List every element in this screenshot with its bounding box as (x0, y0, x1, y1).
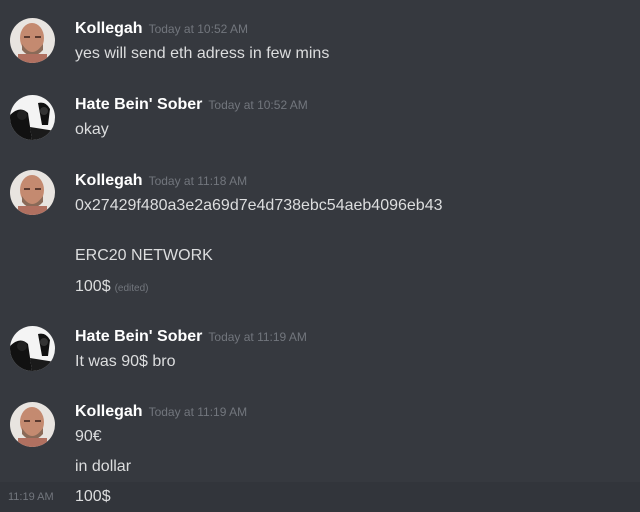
bw-figure-avatar-icon (10, 95, 55, 140)
author-name[interactable]: Hate Bein' Sober (75, 328, 202, 345)
bw-figure-avatar-icon (10, 326, 55, 371)
hover-timestamp: 11:19 AM (8, 491, 54, 503)
message-text: ERC20 NETWORK (75, 247, 213, 264)
hate-bein-sober-avatar[interactable] (10, 95, 55, 140)
kollegah-avatar[interactable] (10, 18, 55, 63)
message-text: yes will send eth adress in few mins (75, 45, 330, 62)
bald-man-avatar-icon (10, 18, 55, 63)
kollegah-avatar[interactable] (10, 402, 55, 447)
message-text: 100$ (edited) (75, 276, 149, 300)
message-timestamp: Today at 11:18 AM (148, 174, 248, 188)
author-name[interactable]: Kollegah (75, 172, 143, 189)
chat-messages: Kollegah Today at 10:52 AM yes will send … (0, 0, 640, 512)
message-text-value: 100$ (75, 278, 111, 295)
message-text: 0x27429f480a3e2a69d7e4d738ebc54aeb4096eb… (75, 197, 443, 214)
edited-label: (edited) (114, 283, 149, 294)
message-timestamp: Today at 11:19 AM (208, 330, 307, 344)
message-text: It was 90$ bro (75, 353, 176, 370)
author-name[interactable]: Hate Bein' Sober (75, 96, 202, 113)
bald-man-avatar-icon (10, 170, 55, 215)
message-text: 90€ (75, 428, 102, 445)
message-author[interactable]: Hate Bein' Sober Today at 10:52 AM (75, 95, 308, 115)
message-author[interactable]: Kollegah Today at 10:52 AM (75, 19, 248, 39)
author-name[interactable]: Kollegah (75, 403, 143, 420)
hate-bein-sober-avatar[interactable] (10, 326, 55, 371)
bald-man-avatar-icon (10, 402, 55, 447)
message-author[interactable]: Kollegah Today at 11:18 AM (75, 171, 247, 191)
kollegah-avatar[interactable] (10, 170, 55, 215)
message-text: in dollar (75, 458, 132, 475)
message-text: 100$ (75, 488, 111, 505)
message-timestamp: Today at 11:19 AM (148, 405, 248, 419)
message-author[interactable]: Kollegah Today at 11:19 AM (75, 402, 247, 422)
message-timestamp: Today at 10:52 AM (208, 98, 308, 112)
message-text: okay (75, 121, 109, 138)
message-timestamp: Today at 10:52 AM (148, 22, 248, 36)
message-author[interactable]: Hate Bein' Sober Today at 11:19 AM (75, 327, 307, 347)
author-name[interactable]: Kollegah (75, 20, 143, 37)
